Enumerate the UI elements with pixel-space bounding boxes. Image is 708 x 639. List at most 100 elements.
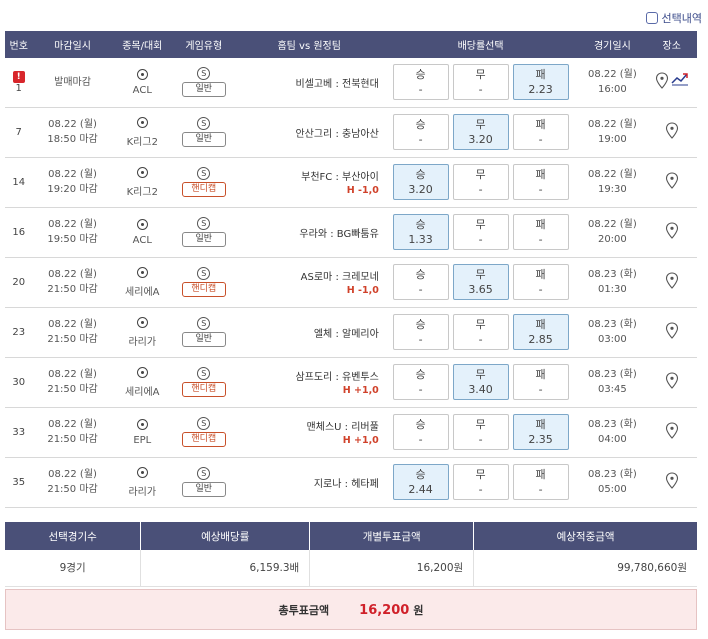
cell-type: S 핸디캡: [171, 407, 236, 458]
map-pin-icon[interactable]: [665, 372, 679, 389]
odds-button[interactable]: 무 3.40: [452, 364, 509, 400]
soccer-ball-icon: [136, 218, 148, 230]
alert-icon: !: [12, 70, 25, 83]
game-row: 30 08.22 (월) 21:50 마감 세리에A S 핸디캡 삼프도리 : 유벤투스 H …: [5, 357, 697, 408]
odds-label: 승: [415, 68, 426, 82]
odds-value: -: [538, 133, 543, 146]
place-icons: [665, 322, 679, 339]
cell-deadline: 08.22 (월) 19:50 마감: [32, 207, 113, 258]
odds-button[interactable]: 무-: [452, 414, 509, 450]
place-icons: [665, 122, 679, 139]
cell-type: S 일반: [171, 207, 236, 258]
game-time: 05:00: [597, 484, 627, 495]
map-pin-icon[interactable]: [665, 122, 679, 139]
game-type-tag: 일반: [181, 132, 226, 147]
selection-history-checkbox[interactable]: [645, 12, 658, 24]
cell-deadline: 08.22 (월) 19:20 마감: [32, 157, 113, 208]
odds-button[interactable]: 무-: [452, 214, 509, 250]
cell-place: [646, 157, 697, 208]
map-pin-icon[interactable]: [665, 322, 679, 339]
cell-no: 20: [5, 257, 33, 308]
col-no: 번호: [5, 31, 33, 58]
game-row: 14 08.22 (월) 19:20 마감 K리그2 S 핸디캡 부천FC : 부산아이 H …: [5, 157, 697, 208]
odds-button[interactable]: 패 2.85: [512, 314, 569, 350]
teams-line: 지로나 : 헤타페: [313, 478, 379, 490]
cell-game-time: 08.22 (월) 19:30: [578, 157, 647, 208]
odds-label: 무: [475, 318, 486, 331]
odds-button[interactable]: 무-: [452, 164, 509, 200]
odds-button[interactable]: 패-: [512, 364, 569, 400]
total-bet-amount: 16,200: [359, 602, 410, 618]
game-row: 7 08.22 (월) 18:50 마감 K리그2 S 일반 안산그리 : 충남아산 승 - 무 3…: [5, 107, 697, 158]
cell-no: 16: [5, 207, 33, 258]
game-date: 08.23 (화): [587, 419, 637, 430]
cell-game-time: 08.22 (월) 16:00: [578, 58, 647, 108]
odds-button[interactable]: 승-: [392, 114, 449, 150]
odds-button[interactable]: 패-: [512, 114, 569, 150]
odds-button[interactable]: 승 1.33: [392, 214, 449, 250]
odds-button[interactable]: 승-: [392, 264, 449, 300]
cell-odds: 승 3.20 무 - 패 -: [382, 157, 579, 208]
odds-button[interactable]: 무 3.65: [452, 264, 509, 300]
odds-button[interactable]: 승-: [392, 64, 449, 101]
game-no: 1: [15, 82, 22, 94]
handicap-value: H -1,0: [346, 185, 379, 196]
map-pin-icon[interactable]: [665, 422, 679, 439]
cell-teams: 맨체스U : 리버풀 H +1,0: [235, 407, 383, 458]
total-bet-amount-wrap: 16,200 원: [359, 602, 423, 618]
odds-button[interactable]: 패-: [512, 214, 569, 250]
odds-label: 패: [535, 118, 546, 131]
odds-button[interactable]: 승 2.44: [392, 464, 449, 500]
odds-button[interactable]: 패 2.35: [512, 414, 569, 450]
cell-game-time: 08.22 (월) 19:00: [578, 107, 647, 158]
summary-header-row: 선택경기수 예상배당률 개별투표금액 예상적중금액: [5, 522, 697, 550]
map-pin-icon[interactable]: [665, 272, 679, 289]
game-time: 04:00: [597, 434, 627, 445]
home-team: 부천FC: [301, 172, 333, 183]
odds-button[interactable]: 무 3.20: [452, 114, 509, 150]
map-pin-icon[interactable]: [665, 172, 679, 189]
col-game-time: 경기일시: [578, 31, 647, 58]
odds-button[interactable]: 무-: [452, 314, 509, 350]
deadline-time: 18:50 마감: [47, 134, 98, 145]
away-team: 유벤투스: [342, 372, 379, 383]
odds-button[interactable]: 승-: [392, 414, 449, 450]
game-type-tag: 핸디캡: [181, 182, 226, 197]
odds-button[interactable]: 패-: [512, 164, 569, 200]
map-pin-icon[interactable]: [665, 472, 679, 489]
col-deadline: 마감일시: [32, 31, 113, 58]
game-no: 16: [12, 226, 26, 238]
cell-place: [646, 357, 697, 408]
map-pin-icon[interactable]: [665, 222, 679, 239]
odds-button[interactable]: 승-: [392, 314, 449, 350]
odds-button[interactable]: 패-: [512, 464, 569, 500]
cell-odds: 승 2.44 무 - 패 -: [382, 457, 579, 508]
cell-place: [646, 457, 697, 508]
game-no: 35: [12, 476, 26, 488]
odds-button[interactable]: 무-: [452, 464, 509, 500]
cell-odds: 승 1.33 무 - 패 -: [382, 207, 579, 258]
league-name: K리그2: [126, 186, 158, 198]
soccer-ball-icon: [136, 466, 148, 478]
cell-league: K리그2: [112, 107, 172, 158]
home-team: AS로마: [300, 272, 333, 283]
teams-line: 삼프도리 : 유벤투스: [295, 372, 379, 383]
map-pin-icon[interactable]: [655, 72, 669, 90]
home-team: 엘체: [313, 328, 333, 340]
league-name: EPL: [133, 434, 152, 446]
odds-button[interactable]: 패-: [512, 264, 569, 300]
odds-button[interactable]: 무-: [452, 64, 509, 101]
deadline-time: 21:50 마감: [47, 334, 98, 345]
odds-button[interactable]: 패 2.23: [512, 64, 569, 101]
odds-button[interactable]: 승-: [392, 364, 449, 400]
game-no: 14: [12, 176, 26, 188]
selection-history-toggle[interactable]: 선택내역: [645, 10, 702, 26]
odds-group: 승 1.33 무 - 패 -: [383, 214, 579, 250]
odds-button[interactable]: 승 3.20: [392, 164, 449, 200]
cell-odds: 승 - 무 - 패 2.35: [382, 407, 579, 458]
trend-chart-icon[interactable]: [671, 72, 689, 89]
summary-count-header: 선택경기수: [5, 522, 142, 550]
col-type: 게임유형: [171, 31, 236, 58]
league-name: 세리에A: [125, 286, 160, 298]
cell-place: [646, 407, 697, 458]
